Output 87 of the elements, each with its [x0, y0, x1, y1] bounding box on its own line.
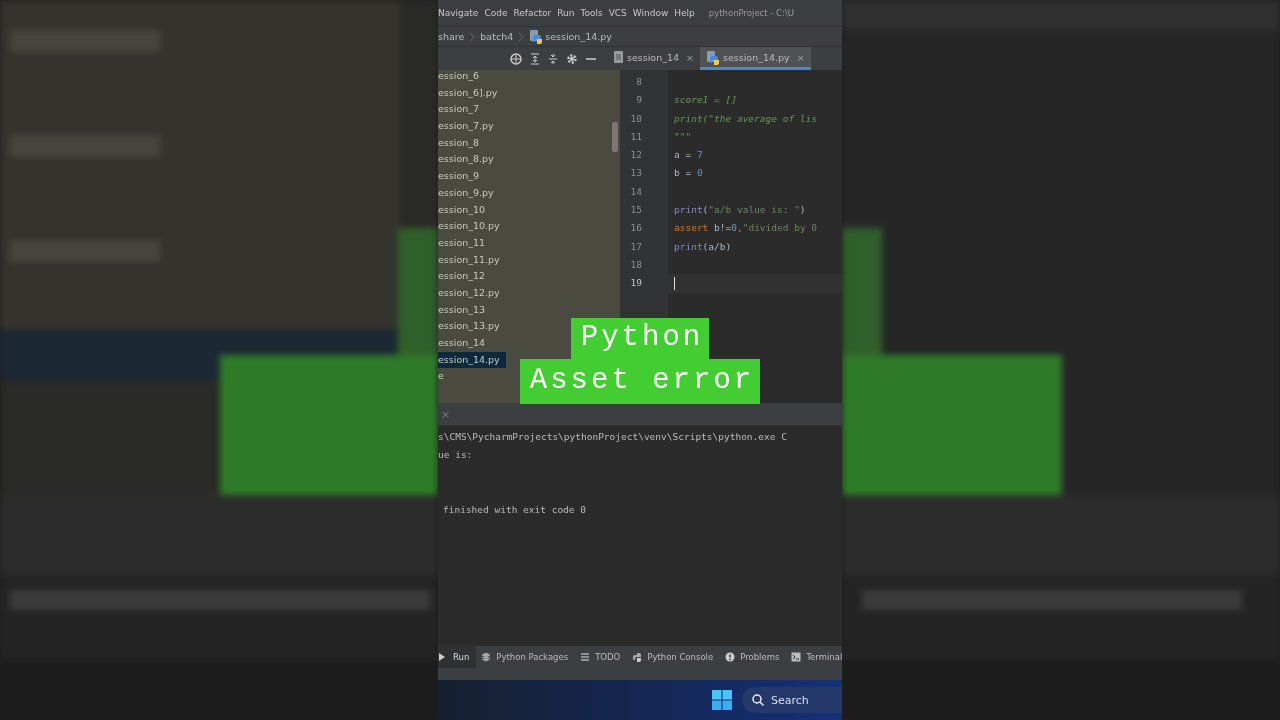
tool-window-tab[interactable]: Run [438, 646, 477, 668]
file-item[interactable]: ession_6 [438, 70, 479, 85]
tab-label: session_14 [627, 51, 679, 63]
file-item[interactable]: ession_10 [438, 201, 486, 219]
file-item[interactable]: ession_9.py [438, 184, 494, 202]
file-item[interactable]: e [438, 368, 444, 386]
file-item[interactable]: ession_8.py [438, 151, 494, 169]
line-number: 16 [629, 221, 643, 236]
windows-logo-icon[interactable] [712, 690, 732, 710]
code-line: print("the average of lis [674, 111, 818, 126]
code-line: print("a/b value is: ") [674, 203, 807, 218]
menu-item[interactable]: Navigate [438, 8, 479, 18]
search-field[interactable]: Search [742, 687, 842, 713]
tool-window-tab[interactable]: Problems [725, 646, 787, 668]
file-item[interactable]: ession_6].py [438, 84, 498, 102]
list-icon [580, 652, 591, 662]
breadcrumb-item[interactable]: session_14.py [545, 31, 612, 42]
menu-item[interactable]: Window [632, 8, 669, 18]
line-number: 19 [629, 276, 643, 291]
python-icon [632, 652, 643, 662]
tool-window-tab[interactable]: Python Console [632, 646, 721, 668]
settings-icon[interactable] [566, 52, 578, 65]
line-number: 17 [629, 239, 643, 254]
alert-icon [725, 652, 736, 662]
close-button[interactable]: × [796, 51, 805, 63]
line-number: 14 [629, 184, 643, 199]
editor-tab[interactable]: session_14 × [606, 47, 700, 70]
title-caption: Python [570, 318, 710, 359]
menu-item[interactable]: Help [674, 8, 695, 18]
file-item[interactable]: ession_8 [438, 134, 479, 152]
expand-all-icon[interactable] [530, 52, 540, 65]
file-item[interactable]: ession_14.py [438, 351, 506, 369]
line-number: 12 [629, 148, 643, 163]
file-icon [612, 50, 624, 64]
breadcrumb-item[interactable]: share [438, 31, 465, 42]
menu-item[interactable]: Code [484, 8, 508, 18]
file-item[interactable]: ession_11 [438, 234, 486, 252]
file-item[interactable]: ession_13.py [438, 318, 500, 335]
line-number: 9 [635, 93, 643, 108]
menu-item[interactable]: Run [557, 8, 575, 18]
menu-item[interactable]: Refactor [513, 8, 552, 18]
code-line: """ [674, 129, 693, 144]
line-number: 15 [629, 203, 643, 218]
menu-item[interactable]: VCS [608, 8, 627, 18]
target-icon[interactable] [510, 52, 522, 65]
code-line: assert b!=0,"divided by 0 [674, 221, 819, 236]
console-output: ue is: [438, 448, 474, 463]
close-button[interactable]: × [686, 51, 694, 63]
file-item[interactable]: ession_7 [438, 101, 479, 119]
file-item[interactable]: ession_11.py [438, 251, 500, 269]
title-caption: Asset error [519, 359, 761, 404]
collapse-all-icon[interactable] [548, 52, 558, 65]
menu-item[interactable]: Tools [580, 8, 603, 18]
scrollbar-thumb[interactable] [612, 122, 618, 152]
file-item[interactable]: ession_12.py [438, 284, 500, 302]
code-line: a = 7 [674, 148, 704, 163]
line-number: 8 [635, 75, 643, 89]
layers-icon [481, 652, 492, 662]
line-number: 10 [629, 111, 643, 126]
editor-tab[interactable]: session_14.py × [700, 47, 811, 70]
tool-window-tab[interactable]: Python Packages [481, 646, 576, 668]
tab-label: session_14.py [723, 51, 790, 63]
line-number: 13 [629, 166, 643, 181]
code-line: score1 = [] [674, 93, 738, 108]
search-icon [752, 694, 764, 706]
code-line: b = 0 [674, 166, 704, 181]
terminal-icon [791, 652, 802, 662]
file-item[interactable]: ession_14 [438, 335, 486, 352]
tool-window-tab[interactable]: Terminal [791, 646, 842, 668]
tool-window-tab[interactable]: TODO [580, 646, 628, 668]
line-number: 18 [629, 257, 643, 272]
window-title: pythonProject - C:\U [708, 8, 794, 18]
python-file-icon [706, 49, 720, 65]
file-item[interactable]: ession_13 [438, 301, 486, 319]
python-file-icon [529, 29, 544, 44]
code-line: print(a/b) [674, 239, 733, 254]
file-item[interactable]: ession_7.py [438, 118, 494, 135]
file-item[interactable]: ession_9 [438, 168, 479, 185]
line-number: 11 [629, 129, 643, 144]
chevron-icon [469, 31, 476, 42]
chevron-icon [518, 31, 525, 42]
file-item[interactable]: ession_10.py [438, 218, 500, 235]
console-output: finished with exit code 0 [442, 503, 587, 518]
text-cursor [674, 277, 675, 291]
file-item[interactable]: ession_12 [438, 268, 486, 285]
console-output: s\CMS\PycharmProjects\pythonProject\venv\Scripts\python.exe C [438, 430, 788, 444]
breadcrumb-item[interactable]: batch4 [480, 31, 514, 42]
